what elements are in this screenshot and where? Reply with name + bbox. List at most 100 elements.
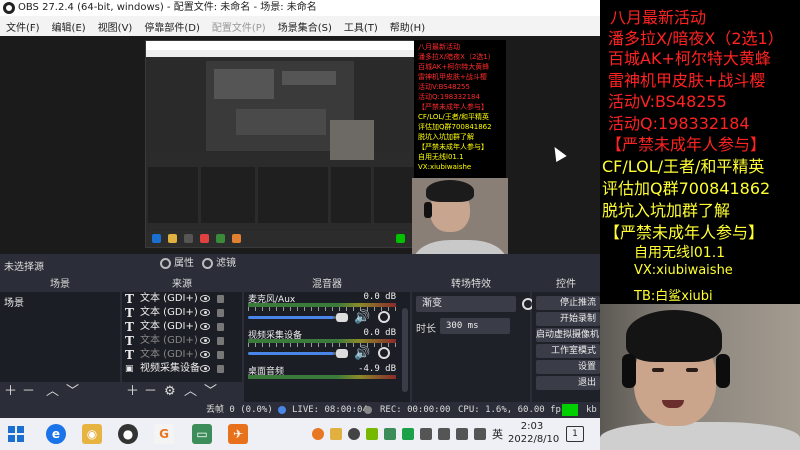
ime-indicator[interactable]: 英 — [492, 426, 503, 442]
menu-file[interactable]: 文件(F) — [0, 19, 46, 34]
windows-start-icon[interactable] — [8, 426, 24, 442]
start-recording-button[interactable]: 开始录制 — [536, 312, 600, 326]
mini-promo-line: 百城AK+柯尔特大黄蜂 — [418, 63, 490, 71]
stop-streaming-button[interactable]: 停止推流 — [536, 296, 600, 310]
gear-icon[interactable] — [378, 311, 390, 323]
volume-icon[interactable] — [474, 428, 486, 440]
menu-help[interactable]: 帮助(H) — [384, 19, 431, 34]
source-toolbar: 未选择源 属性 滤镜 — [0, 254, 600, 274]
eye-icon[interactable] — [200, 295, 210, 302]
app-tablet-icon[interactable]: ▭ — [192, 424, 212, 444]
mic-icon[interactable] — [420, 428, 432, 440]
obs-icon[interactable]: ● — [118, 424, 138, 444]
speaker-icon[interactable]: 🔊 — [354, 346, 370, 361]
exit-button[interactable]: 退出 — [536, 376, 600, 390]
eye-icon[interactable] — [200, 337, 210, 344]
source-item[interactable]: T 文本 (GDI+) — [122, 306, 242, 320]
display-icon[interactable] — [438, 428, 450, 440]
nested-taskbar — [146, 231, 414, 247]
move-up-icon[interactable]: ︿ — [46, 384, 59, 400]
source-item[interactable]: T 文本 (GDI+) — [122, 292, 242, 306]
webcam-feed — [600, 304, 800, 450]
lock-icon[interactable] — [217, 337, 224, 345]
menu-docks[interactable]: 停靠部件(D) — [138, 19, 206, 34]
slider-knob[interactable] — [336, 313, 348, 322]
move-down-icon[interactable]: ﹀ — [66, 384, 79, 400]
tray-green-icon[interactable] — [402, 428, 414, 440]
menu-view[interactable]: 视图(V) — [92, 19, 139, 34]
duration-input[interactable]: 300 ms — [440, 318, 510, 334]
eye-icon[interactable] — [200, 351, 210, 358]
app-orange-icon[interactable]: ✈ — [228, 424, 248, 444]
add-source-button[interactable]: ＋ — [126, 384, 139, 400]
tray-app-icon[interactable] — [330, 428, 342, 440]
eye-icon[interactable] — [200, 365, 210, 372]
menu-tools[interactable]: 工具(T) — [338, 19, 384, 34]
channel-db: 0.0 dB — [363, 328, 396, 338]
preview-canvas[interactable]: 八月最新活动 潘多拉X/暗夜X（2选1） 百城AK+柯尔特大黄蜂 雷神机甲皮肤+… — [0, 36, 600, 284]
text-source-icon: T — [125, 306, 134, 320]
remove-source-button[interactable]: － — [144, 384, 157, 400]
eye-icon[interactable] — [200, 309, 210, 316]
edge-browser-icon[interactable]: e — [46, 424, 66, 444]
source-item[interactable]: T 文本 (GDI+) — [122, 320, 242, 334]
move-up-icon[interactable]: ︿ — [184, 384, 197, 400]
menu-profile[interactable]: 配置文件(P) — [206, 19, 272, 34]
app-icon[interactable]: ◉ — [82, 424, 102, 444]
remove-scene-button[interactable]: － — [22, 384, 35, 400]
mixer-dock: 混音器 麦克风/Aux 0.0 dB 🔊 视频采集设备 0.0 dB 🔊 桌面音… — [244, 278, 410, 402]
tray-g-icon[interactable] — [312, 428, 324, 440]
scene-item[interactable]: 场景 — [0, 292, 120, 311]
app-g-icon[interactable]: G — [154, 424, 174, 444]
mini-promo-line: 潘多拉X/暗夜X（2选1） — [418, 53, 495, 61]
virtual-camera-button[interactable]: 启动虚拟摄像机 — [536, 328, 600, 342]
nvidia-icon[interactable] — [366, 428, 378, 440]
scenes-title: 场景 — [0, 278, 120, 292]
notification-icon[interactable]: 1 — [566, 426, 584, 442]
lock-icon[interactable] — [217, 365, 224, 373]
volume-slider[interactable] — [248, 316, 334, 319]
status-bar: 丢帧 0 (0.0%) LIVE: 08:00:04 REC: 00:00:00… — [0, 402, 600, 418]
controls-title: 控件 — [532, 278, 600, 292]
mini-promo-line: 【严禁未成年人参与】 — [418, 143, 488, 151]
speaker-icon[interactable]: 🔊 — [354, 310, 370, 325]
tray-obs-icon[interactable] — [348, 428, 360, 440]
eye-icon[interactable] — [200, 323, 210, 330]
tray-tablet-icon[interactable] — [384, 428, 396, 440]
menu-bar: 文件(F) 编辑(E) 视图(V) 停靠部件(D) 配置文件(P) 场景集合(S… — [0, 16, 600, 36]
source-settings-icon[interactable]: ⚙ — [164, 384, 176, 400]
mixer-channel: 麦克风/Aux 0.0 dB 🔊 — [244, 292, 410, 328]
window-title: OBS 27.2.4 (64-bit, windows) - 配置文件: 未命名… — [18, 2, 317, 13]
lock-icon[interactable] — [217, 295, 224, 303]
promo-line: 百城AK+柯尔特大黄蜂 — [608, 49, 771, 68]
controls-dock: 控件 停止推流 开始录制 启动虚拟摄像机 工作室模式 设置 退出 — [532, 278, 600, 402]
live-time: LIVE: 08:00:04 — [292, 405, 368, 415]
lock-icon[interactable] — [217, 323, 224, 331]
source-item[interactable]: T 文本 (GDI+) — [122, 334, 242, 348]
lock-icon[interactable] — [217, 309, 224, 317]
source-item[interactable]: T 文本 (GDI+) — [122, 348, 242, 362]
promo-line: TB:白鲨xiubi — [634, 289, 713, 304]
volume-slider[interactable] — [248, 352, 334, 355]
scenes-dock: 场景 场景 ＋ － ︿ ﹀ — [0, 278, 120, 402]
add-scene-button[interactable]: ＋ — [4, 384, 17, 400]
properties-button[interactable]: 属性 — [158, 256, 194, 272]
gear-icon[interactable] — [378, 347, 390, 359]
source-item[interactable]: ▣ 视频采集设备 — [122, 362, 242, 376]
dropped-frames: 丢帧 0 (0.0%) — [206, 405, 273, 415]
menu-edit[interactable]: 编辑(E) — [46, 19, 92, 34]
slider-knob[interactable] — [336, 349, 348, 358]
bitrate: kb — [586, 405, 597, 415]
settings-button[interactable]: 设置 — [536, 360, 600, 374]
lock-icon[interactable] — [217, 351, 224, 359]
transition-select[interactable]: 渐变 — [416, 296, 516, 312]
clock[interactable]: 2:03 2022/8/10 — [508, 420, 559, 446]
menu-scene-collection[interactable]: 场景集合(S) — [272, 19, 338, 34]
move-down-icon[interactable]: ﹀ — [204, 384, 217, 400]
mixer-scrollbar[interactable] — [402, 308, 408, 392]
network-icon[interactable] — [456, 428, 468, 440]
studio-mode-button[interactable]: 工作室模式 — [536, 344, 600, 358]
preview-nested-capture — [145, 40, 415, 248]
filters-button[interactable]: 滤镜 — [200, 256, 236, 272]
live-icon — [278, 406, 286, 414]
